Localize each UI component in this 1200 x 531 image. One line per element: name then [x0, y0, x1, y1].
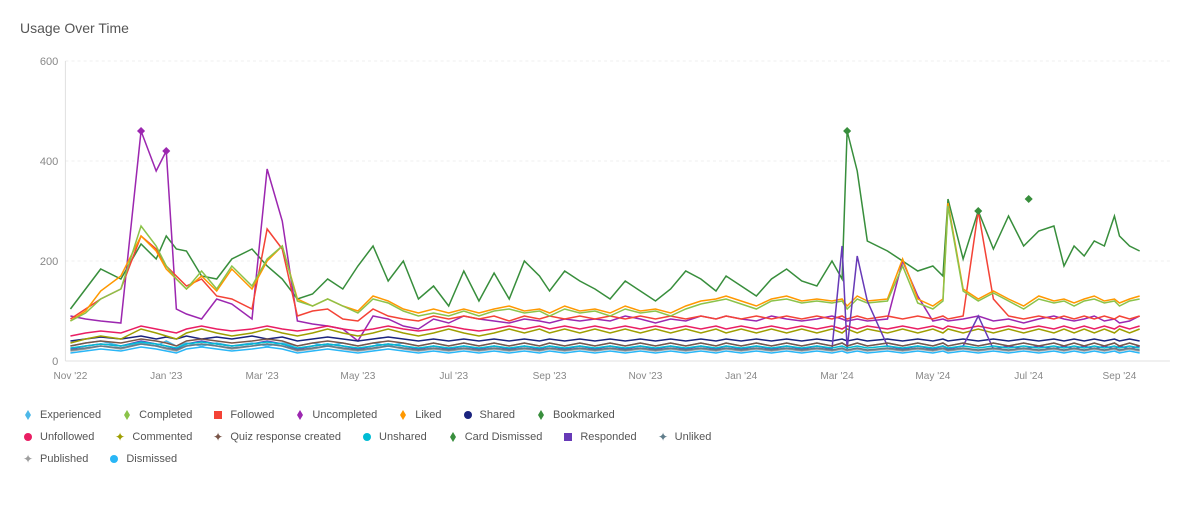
uncompleted-icon	[292, 409, 308, 421]
published-icon: ✦	[20, 453, 36, 465]
legend-item-completed: Completed	[119, 409, 192, 421]
legend-item-unliked: ✦ Unliked	[655, 431, 712, 443]
svg-text:Sep '23: Sep '23	[533, 371, 567, 382]
legend-item-card-dismissed: Card Dismissed	[445, 431, 543, 443]
followed-icon	[210, 409, 226, 421]
legend-item-experienced: Experienced	[20, 409, 101, 421]
svg-text:Jan '24: Jan '24	[725, 371, 758, 382]
svg-text:400: 400	[40, 156, 58, 168]
legend-item-uncompleted: Uncompleted	[292, 409, 377, 421]
bookmarked-icon	[533, 409, 549, 421]
svg-text:May '23: May '23	[340, 371, 375, 382]
svg-text:Jan '23: Jan '23	[150, 371, 183, 382]
svg-text:May '24: May '24	[915, 371, 950, 382]
quiz-icon: ✦	[210, 431, 226, 443]
legend-item-followed: Followed	[210, 409, 274, 421]
svg-text:✦: ✦	[658, 430, 668, 444]
legend-item-unfollowed: Unfollowed	[20, 431, 94, 443]
unshared-icon	[359, 431, 375, 443]
experienced-icon	[20, 409, 36, 421]
legend-item-unshared: Unshared	[359, 431, 427, 443]
svg-text:Jul '24: Jul '24	[1014, 371, 1043, 382]
svg-text:Nov '22: Nov '22	[54, 371, 88, 382]
svg-text:Jul '23: Jul '23	[439, 371, 468, 382]
responded-icon	[560, 431, 576, 443]
completed-icon	[119, 409, 135, 421]
legend-item-bookmarked: Bookmarked	[533, 409, 615, 421]
svg-text:✦: ✦	[23, 452, 33, 466]
unfollowed-icon	[20, 431, 36, 443]
svg-text:✦: ✦	[115, 430, 125, 444]
svg-text:0: 0	[52, 356, 58, 368]
svg-text:Sep '24: Sep '24	[1103, 371, 1137, 382]
svg-text:Nov '23: Nov '23	[628, 371, 662, 382]
legend-item-published: ✦ Published	[20, 453, 88, 465]
unliked-icon: ✦	[655, 431, 671, 443]
svg-text:Mar '24: Mar '24	[820, 371, 854, 382]
chart-container: Usage Over Time 0 200 400 600 Nov '22 Ja…	[0, 0, 1200, 531]
legend-item-dismissed: Dismissed	[106, 453, 177, 465]
chart-title: Usage Over Time	[20, 20, 1180, 36]
commented-icon: ✦	[112, 431, 128, 443]
legend-item-liked: Liked	[395, 409, 441, 421]
svg-text:✦: ✦	[213, 430, 223, 444]
svg-text:Mar '23: Mar '23	[245, 371, 279, 382]
legend-area: Experienced Completed Followed Uncomplet…	[20, 409, 1180, 467]
chart-area: 0 200 400 600 Nov '22 Jan '23 Mar '23 Ma…	[20, 51, 1180, 401]
shared-icon	[460, 409, 476, 421]
chart-svg: 0 200 400 600 Nov '22 Jan '23 Mar '23 Ma…	[20, 51, 1180, 401]
legend-item-quiz: ✦ Quiz response created	[210, 431, 341, 443]
card-dismissed-icon	[445, 431, 461, 443]
legend-item-responded: Responded	[560, 431, 636, 443]
legend-item-commented: ✦ Commented	[112, 431, 192, 443]
svg-text:200: 200	[40, 256, 58, 268]
liked-icon	[395, 409, 411, 421]
legend-item-shared: Shared	[460, 409, 515, 421]
dismissed-icon	[106, 453, 122, 465]
svg-text:600: 600	[40, 56, 58, 68]
